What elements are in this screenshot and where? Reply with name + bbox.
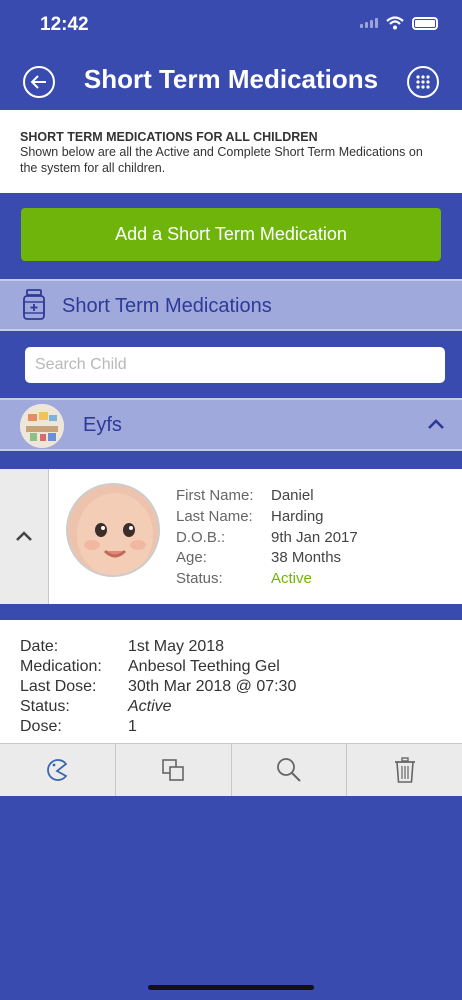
field-row: D.O.B.: 9th Jan 2017 [176, 528, 358, 549]
field-label: Date: [20, 638, 59, 655]
status-icons [360, 16, 438, 30]
wifi-icon [386, 16, 404, 30]
child-card[interactable]: First Name: Daniel Last Name: Harding D.… [0, 469, 462, 604]
field-label: Status: [176, 570, 223, 588]
add-medication-button[interactable]: Add a Short Term Medication [21, 208, 441, 261]
action-bar [0, 743, 462, 796]
group-header[interactable]: Eyfs [0, 398, 462, 451]
medication-details: Date: 1st May 2018 Medication: Anbesol T… [20, 637, 296, 737]
administer-dose-button[interactable] [0, 744, 116, 796]
home-indicator[interactable] [148, 985, 314, 990]
field-row: First Name: Daniel [176, 486, 358, 507]
info-text: Shown below are all the Active and Compl… [20, 145, 423, 175]
view-button[interactable] [232, 744, 348, 796]
status-badge: Active [128, 698, 172, 715]
nav-bar: Short Term Medications [0, 55, 462, 110]
field-label: D.O.B.: [176, 528, 226, 546]
collapse-toggle[interactable] [0, 469, 49, 604]
search-icon [276, 758, 301, 782]
section-title: Short Term Medications [62, 295, 272, 317]
copy-icon [162, 759, 184, 781]
field-value: 1st May 2018 [128, 638, 225, 655]
field-value: 9th Jan 2017 [271, 528, 358, 546]
status-time: 12:42 [40, 14, 89, 35]
field-value: 1 [128, 718, 137, 735]
info-panel: SHORT TERM MEDICATIONS FOR ALL CHILDREN … [0, 110, 462, 193]
trash-icon [394, 757, 415, 783]
field-value: 38 Months [271, 549, 342, 567]
medicine-bottle-icon [22, 289, 46, 326]
field-label: Dose: [20, 718, 62, 735]
field-value: Harding [271, 507, 324, 525]
field-row: Age: 38 Months [176, 548, 358, 569]
section-header: Short Term Medications [0, 279, 462, 331]
field-row: Medication: Anbesol Teething Gel [20, 657, 296, 677]
status-bar: 12:42 [0, 0, 462, 50]
copy-button[interactable] [116, 744, 232, 796]
status-badge: Active [271, 570, 312, 588]
field-label: Last Name: [176, 507, 253, 525]
grid-menu-icon[interactable] [407, 66, 439, 98]
avatar [66, 483, 160, 577]
field-row: Last Dose: 30th Mar 2018 @ 07:30 [20, 677, 296, 697]
group-title: Eyfs [83, 414, 122, 436]
child-details: First Name: Daniel Last Name: Harding D.… [176, 486, 358, 590]
field-value: 30th Mar 2018 @ 07:30 [128, 678, 297, 695]
field-label: Last Dose: [20, 678, 97, 695]
field-label: Medication: [20, 658, 102, 675]
chevron-up-icon [16, 531, 32, 541]
field-label: First Name: [176, 487, 254, 504]
field-label: Age: [176, 549, 207, 567]
field-row: Last Name: Harding [176, 507, 358, 528]
info-heading: SHORT TERM MEDICATIONS FOR ALL CHILDREN [20, 130, 318, 144]
group-avatar [20, 404, 64, 448]
field-row: Date: 1st May 2018 [20, 637, 296, 657]
signal-icon [360, 18, 378, 28]
field-row: Status: Active [176, 569, 358, 590]
page-title: Short Term Medications [83, 64, 379, 94]
search-input[interactable] [25, 347, 445, 383]
battery-icon [412, 16, 438, 30]
field-value: Anbesol Teething Gel [128, 658, 280, 675]
pacman-icon [47, 759, 68, 781]
field-label: Status: [20, 698, 70, 715]
field-value: Daniel [271, 487, 314, 504]
field-row: Dose: 1 [20, 717, 296, 737]
field-row: Status: Active [20, 697, 296, 717]
delete-button[interactable] [347, 744, 462, 796]
chevron-up-icon[interactable] [428, 416, 444, 434]
